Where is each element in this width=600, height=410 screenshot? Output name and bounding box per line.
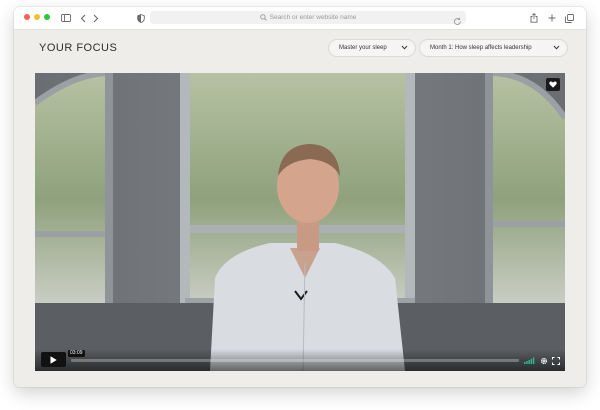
- progress-bar[interactable]: [71, 359, 519, 362]
- chevron-down-icon: [553, 45, 560, 52]
- new-tab-icon[interactable]: [547, 10, 557, 26]
- chevron-down-icon: [401, 45, 408, 52]
- browser-window: Search or enter website name YOUR FOCUS …: [14, 7, 586, 387]
- minimize-window-button[interactable]: [34, 14, 40, 20]
- fullscreen-icon[interactable]: [551, 356, 560, 365]
- volume-icon[interactable]: [524, 356, 535, 365]
- address-placeholder: Search or enter website name: [269, 14, 357, 21]
- topic-dropdown[interactable]: Master your sleep: [328, 39, 416, 57]
- back-icon[interactable]: [78, 10, 88, 26]
- browser-toolbar: Search or enter website name: [14, 7, 586, 30]
- like-button[interactable]: [546, 78, 560, 91]
- forward-icon[interactable]: [91, 10, 101, 26]
- reload-icon[interactable]: [453, 13, 462, 31]
- time-display: 03:09: [68, 350, 85, 357]
- shield-icon[interactable]: [136, 10, 146, 26]
- lesson-dropdown-label: Month 1: How sleep affects leadership: [430, 45, 532, 51]
- lesson-dropdown[interactable]: Month 1: How sleep affects leadership: [419, 39, 568, 57]
- play-button[interactable]: [41, 352, 66, 367]
- sidebar-icon[interactable]: [60, 10, 72, 26]
- zoom-window-button[interactable]: [44, 14, 50, 20]
- search-icon: [259, 14, 267, 21]
- address-bar-content: Search or enter website name: [150, 11, 466, 24]
- page-title: YOUR FOCUS: [39, 42, 118, 54]
- video-controls: 03:09: [35, 349, 565, 371]
- address-bar[interactable]: Search or enter website name: [150, 11, 466, 25]
- tabs-icon[interactable]: [564, 10, 574, 26]
- video-frame: [35, 73, 565, 371]
- close-window-button[interactable]: [24, 14, 30, 20]
- topic-dropdown-label: Master your sleep: [339, 45, 387, 51]
- settings-icon[interactable]: [539, 356, 548, 365]
- video-player[interactable]: 03:09: [35, 73, 565, 371]
- share-icon[interactable]: [529, 10, 539, 26]
- heart-icon: [549, 81, 557, 88]
- play-icon: [50, 355, 57, 364]
